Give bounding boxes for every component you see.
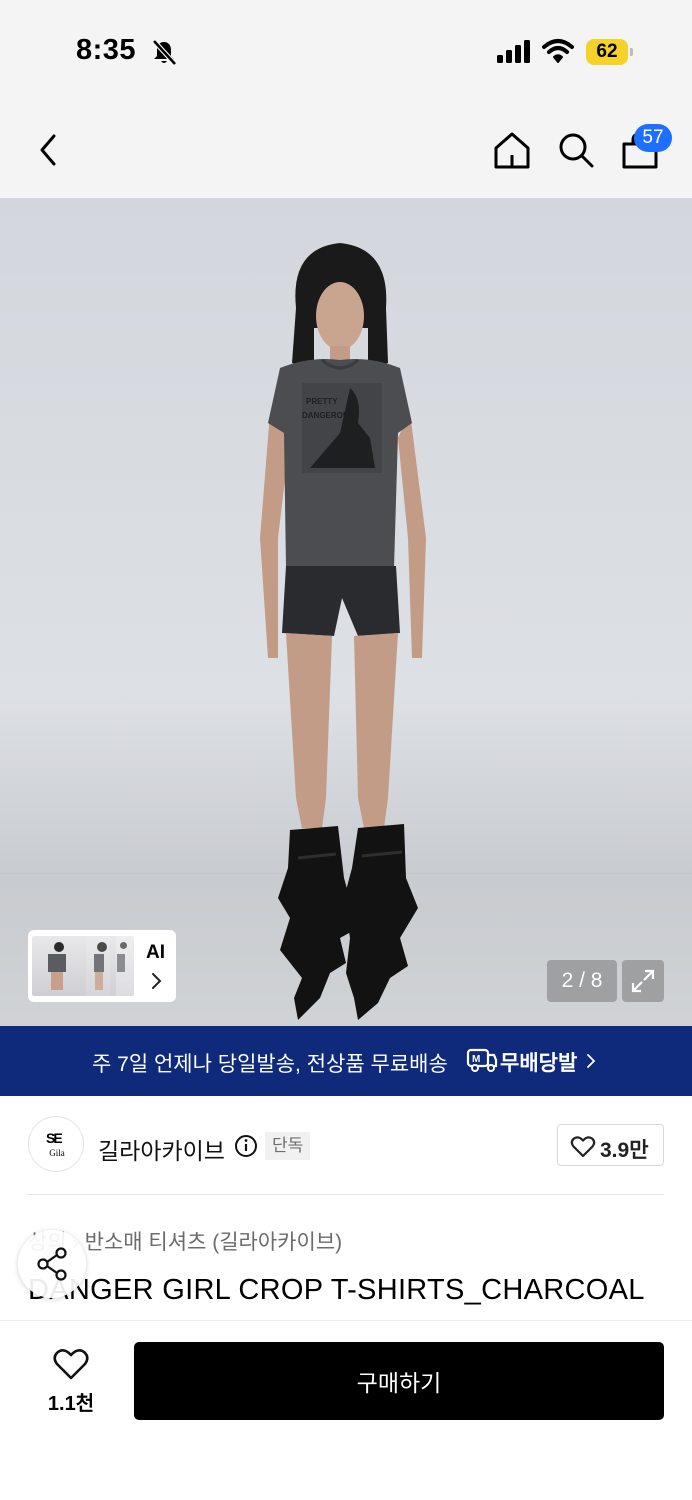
- ai-thumbnail-card[interactable]: AI: [28, 930, 176, 1002]
- expand-icon: [631, 969, 655, 993]
- search-icon: [559, 133, 594, 168]
- brand-logo[interactable]: SE Gila: [28, 1116, 84, 1172]
- brand-like-button[interactable]: 3.9만: [557, 1124, 664, 1166]
- chevron-left-icon: [40, 134, 56, 166]
- cellular-signal-icon: [497, 40, 533, 69]
- model-photo: PRETTY DANGEROUS: [260, 243, 426, 1020]
- top-nav-bar: [0, 100, 692, 198]
- share-icon: [37, 1247, 67, 1281]
- thumbnail-image: [84, 936, 116, 996]
- brand-row: SE Gila 길라아카이브 단독 3.9만: [0, 1096, 692, 1194]
- breadcrumb-item[interactable]: 반소매 티셔츠 (길라아카이브): [85, 1231, 343, 1254]
- promo-brand: 무배당발: [500, 1052, 578, 1075]
- heart-icon: [53, 1349, 89, 1380]
- image-counter: 2 / 8: [547, 960, 617, 1002]
- chevron-right-icon: [586, 1053, 596, 1074]
- divider: [28, 1194, 664, 1195]
- status-time: 8:35: [76, 34, 137, 66]
- brand-like-count: 3.9만: [600, 1139, 649, 1162]
- product-title: DANGER GIRL CROP T-SHIRTS_CHARCOAL: [28, 1274, 645, 1306]
- brand-name[interactable]: 길라아카이브: [98, 1132, 225, 1166]
- battery-icon: 62: [586, 39, 633, 65]
- delivery-truck-icon: M: [466, 1046, 498, 1079]
- exclusive-badge: 단독: [265, 1132, 311, 1160]
- expand-button[interactable]: [622, 960, 664, 1002]
- product-image[interactable]: PRETTY DANGEROUS: [0, 198, 692, 1026]
- info-icon[interactable]: [234, 1134, 258, 1163]
- home-icon: [494, 132, 530, 169]
- bell-slash-icon: [150, 38, 178, 71]
- svg-text:PRETTY: PRETTY: [306, 397, 338, 406]
- share-button[interactable]: [18, 1230, 86, 1298]
- chevron-right-icon: [150, 972, 162, 995]
- battery-level: 62: [586, 39, 628, 65]
- wishlist-count: 1.1천: [47, 1393, 95, 1415]
- home-button[interactable]: [492, 130, 532, 175]
- ai-label: AI: [146, 942, 165, 963]
- status-bar: 8:35 62: [0, 0, 692, 100]
- cart-count-badge: 57: [634, 124, 672, 152]
- promo-banner[interactable]: 주 7일 언제나 당일발송, 전상품 무료배송 M 무배당발: [0, 1026, 692, 1096]
- back-button[interactable]: [34, 132, 64, 173]
- brand-logo-mark: SE: [46, 1130, 63, 1146]
- wishlist-button[interactable]: 1.1천: [36, 1347, 106, 1417]
- heart-icon: [570, 1136, 596, 1158]
- svg-text:M: M: [472, 1054, 480, 1065]
- search-button[interactable]: [556, 130, 596, 175]
- promo-text: 주 7일 언제나 당일발송, 전상품 무료배송: [92, 1053, 448, 1076]
- wifi-icon: [542, 38, 574, 69]
- thumbnail-image: [32, 936, 86, 996]
- bottom-action-bar: 1.1천 구매하기: [0, 1320, 692, 1500]
- brand-logo-sub: Gila: [49, 1148, 65, 1158]
- svg-text:DANGEROUS: DANGEROUS: [302, 411, 355, 420]
- buy-button[interactable]: 구매하기: [134, 1342, 664, 1420]
